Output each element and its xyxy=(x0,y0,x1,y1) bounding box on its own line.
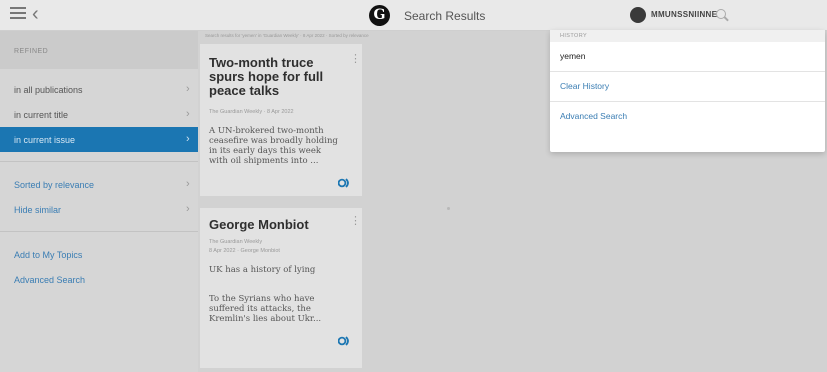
page-title: Search Results xyxy=(404,9,486,23)
sidebar-item-label: in current title xyxy=(14,110,69,120)
sidebar-item-all-publications[interactable]: in all publications › xyxy=(0,77,198,102)
chevron-right-icon: › xyxy=(186,178,190,190)
advanced-search-link[interactable]: Advanced Search xyxy=(0,267,198,292)
top-bar: ‹ G Search Results MMUNSSNIINNE xyxy=(0,0,827,31)
publication-logo[interactable]: G xyxy=(369,5,390,26)
history-header-label: HISTORY xyxy=(560,33,588,39)
article-snippet: A UN-brokered two-month ceasefire was br… xyxy=(209,126,338,166)
sidebar-header: REFINED xyxy=(0,31,198,69)
article-card[interactable]: Two-month truce spurs hope for full peac… xyxy=(200,44,362,196)
article-title[interactable]: George Monbiot xyxy=(209,218,344,232)
more-options-icon[interactable]: ⋮ xyxy=(350,54,361,65)
sidebar-item-sort[interactable]: Sorted by relevance › xyxy=(0,172,198,197)
history-term: yemen xyxy=(560,51,586,61)
article-snippet: To the Syrians who have suffered its att… xyxy=(209,294,322,324)
sidebar-item-label: in current issue xyxy=(14,135,76,145)
link-label: Add to My Topics xyxy=(14,250,83,260)
advanced-search-label: Advanced Search xyxy=(560,111,628,121)
link-label: Advanced Search xyxy=(14,275,86,285)
sidebar-item-label: Hide similar xyxy=(14,205,62,215)
more-options-icon[interactable]: ⋮ xyxy=(350,216,361,227)
chevron-right-icon: › xyxy=(186,133,190,145)
article-subhead: UK has a history of lying xyxy=(209,265,316,275)
sidebar-divider xyxy=(0,231,198,232)
search-history-dropdown: HISTORY yemen Clear History Advanced Sea… xyxy=(550,30,825,152)
article-date-author: 8 Apr 2022 · George Monbiot xyxy=(209,248,280,254)
article-meta: The Guardian Weekly xyxy=(209,239,263,245)
sidebar-item-current-issue[interactable]: in current issue › xyxy=(0,127,198,152)
refine-sidebar: REFINED in all publications › in current… xyxy=(0,31,198,372)
sidebar-divider xyxy=(0,161,198,162)
listen-audio-icon[interactable] xyxy=(338,178,352,188)
add-to-my-topics-link[interactable]: Add to My Topics xyxy=(0,242,198,267)
breadcrumb: Search results for 'yemen' in 'Guardian … xyxy=(205,33,369,38)
clear-history-button[interactable]: Clear History xyxy=(550,72,825,101)
loading-dot xyxy=(447,207,450,210)
search-icon[interactable] xyxy=(716,9,726,19)
back-arrow-icon[interactable]: ‹ xyxy=(32,2,39,26)
sidebar-item-hide-similar[interactable]: Hide similar › xyxy=(0,197,198,222)
sidebar-item-label: in all publications xyxy=(14,85,83,95)
chevron-right-icon: › xyxy=(186,83,190,95)
article-title[interactable]: Two-month truce spurs hope for full peac… xyxy=(209,56,344,98)
article-meta: The Guardian Weekly · 8 Apr 2022 xyxy=(209,109,294,115)
advanced-search-button[interactable]: Advanced Search xyxy=(550,102,825,131)
account-name[interactable]: MMUNSSNIINNE xyxy=(651,10,717,19)
listen-audio-icon[interactable] xyxy=(338,336,352,346)
clear-history-label: Clear History xyxy=(560,81,610,91)
sidebar-header-label: REFINED xyxy=(14,48,49,55)
history-header: HISTORY xyxy=(550,30,825,42)
sidebar-item-current-title[interactable]: in current title › xyxy=(0,102,198,127)
history-item[interactable]: yemen xyxy=(550,42,825,71)
article-card[interactable]: George Monbiot ⋮ The Guardian Weekly 8 A… xyxy=(200,208,362,368)
hamburger-menu-icon[interactable] xyxy=(10,7,26,21)
chevron-right-icon: › xyxy=(186,108,190,120)
account-avatar-icon[interactable] xyxy=(630,7,646,23)
chevron-right-icon: › xyxy=(186,203,190,215)
sidebar-item-label: Sorted by relevance xyxy=(14,180,95,190)
